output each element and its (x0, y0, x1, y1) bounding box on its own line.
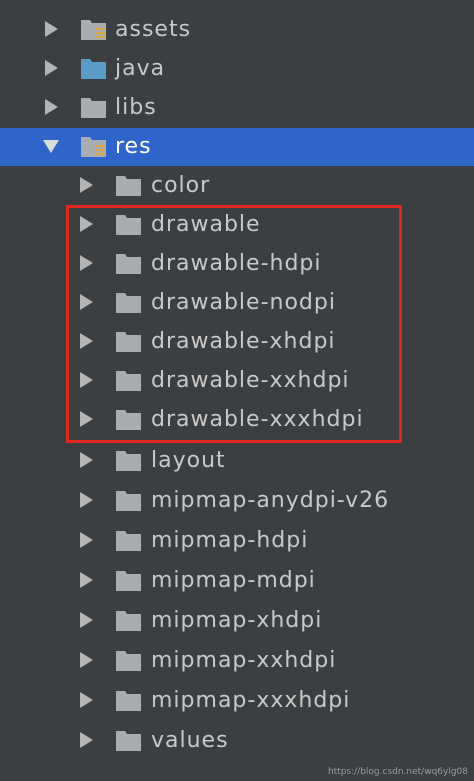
folder-icon (115, 728, 143, 752)
tree-item-color[interactable]: color (0, 167, 474, 205)
folder-icon (115, 648, 143, 672)
tree-item-label: libs (115, 95, 157, 120)
tree-item-mipmap-xhdpi[interactable]: mipmap-xhdpi (0, 602, 474, 640)
expand-arrow-icon[interactable] (80, 612, 93, 628)
tree-item-label: drawable-xxhdpi (151, 368, 350, 393)
tree-item-label: values (151, 728, 229, 753)
tree-item-mipmap-anydpi-v26[interactable]: mipmap-anydpi-v26 (0, 482, 474, 520)
expand-arrow-icon[interactable] (80, 216, 93, 232)
tree-item-layout[interactable]: layout (0, 442, 474, 480)
tree-item-label: mipmap-hdpi (151, 528, 309, 553)
expand-arrow-icon[interactable] (45, 60, 58, 76)
tree-item-mipmap-hdpi[interactable]: mipmap-hdpi (0, 522, 474, 560)
tree-item-label: drawable-hdpi (151, 251, 322, 276)
tree-item-assets[interactable]: assets (0, 11, 474, 49)
tree-item-drawable-hdpi[interactable]: drawable-hdpi (0, 245, 474, 283)
tree-item-label: layout (151, 448, 226, 473)
folder-icon (115, 688, 143, 712)
folder-icon (115, 407, 143, 431)
expand-arrow-icon[interactable] (80, 452, 93, 468)
tree-item-drawable-nodpi[interactable]: drawable-nodpi (0, 284, 474, 322)
expand-arrow-icon[interactable] (45, 99, 58, 115)
tree-item-label: drawable (151, 212, 261, 237)
folder-icon (115, 290, 143, 314)
expand-arrow-icon[interactable] (45, 21, 58, 37)
tree-item-drawable-xxhdpi[interactable]: drawable-xxhdpi (0, 362, 474, 400)
expand-arrow-icon[interactable] (80, 732, 93, 748)
folder-icon (115, 528, 143, 552)
tree-item-label: res (115, 134, 152, 159)
expand-arrow-icon[interactable] (80, 692, 93, 708)
resource-folder-icon (80, 134, 108, 158)
resource-folder-icon (80, 17, 108, 41)
expand-arrow-icon[interactable] (80, 255, 93, 271)
expand-arrow-icon[interactable] (80, 333, 93, 349)
tree-item-label: color (151, 173, 211, 198)
tree-item-java[interactable]: java (0, 50, 474, 88)
tree-item-label: mipmap-mdpi (151, 568, 316, 593)
collapse-arrow-icon[interactable] (43, 140, 59, 153)
folder-icon (80, 95, 108, 119)
tree-item-res[interactable]: res (0, 128, 474, 166)
tree-item-label: mipmap-anydpi-v26 (151, 488, 390, 513)
watermark: https://blog.csdn.net/wq6ylg08 (327, 767, 468, 777)
expand-arrow-icon[interactable] (80, 411, 93, 427)
source-folder-icon (80, 56, 108, 80)
tree-item-drawable[interactable]: drawable (0, 206, 474, 244)
expand-arrow-icon[interactable] (80, 177, 93, 193)
tree-item-label: assets (115, 17, 192, 42)
folder-icon (115, 448, 143, 472)
tree-item-label: mipmap-xxxhdpi (151, 688, 351, 713)
tree-item-libs[interactable]: libs (0, 89, 474, 127)
tree-item-mipmap-xxhdpi[interactable]: mipmap-xxhdpi (0, 642, 474, 680)
folder-icon (115, 212, 143, 236)
folder-icon (115, 488, 143, 512)
folder-icon (115, 251, 143, 275)
expand-arrow-icon[interactable] (80, 372, 93, 388)
expand-arrow-icon[interactable] (80, 572, 93, 588)
tree-item-label: drawable-xhdpi (151, 329, 336, 354)
folder-icon (115, 368, 143, 392)
tree-item-label: java (115, 56, 166, 81)
folder-icon (115, 608, 143, 632)
tree-item-values[interactable]: values (0, 722, 474, 760)
expand-arrow-icon[interactable] (80, 652, 93, 668)
expand-arrow-icon[interactable] (80, 294, 93, 310)
tree-item-label: mipmap-xhdpi (151, 608, 323, 633)
tree-item-label: drawable-nodpi (151, 290, 336, 315)
project-tree: assets java libs res color drawable draw… (0, 0, 474, 781)
tree-item-mipmap-mdpi[interactable]: mipmap-mdpi (0, 562, 474, 600)
expand-arrow-icon[interactable] (80, 532, 93, 548)
tree-item-drawable-xhdpi[interactable]: drawable-xhdpi (0, 323, 474, 361)
folder-icon (115, 568, 143, 592)
tree-item-label: mipmap-xxhdpi (151, 648, 337, 673)
expand-arrow-icon[interactable] (80, 492, 93, 508)
tree-item-drawable-xxxhdpi[interactable]: drawable-xxxhdpi (0, 401, 474, 439)
folder-icon (115, 173, 143, 197)
tree-item-mipmap-xxxhdpi[interactable]: mipmap-xxxhdpi (0, 682, 474, 720)
tree-item-label: drawable-xxxhdpi (151, 407, 364, 432)
folder-icon (115, 329, 143, 353)
